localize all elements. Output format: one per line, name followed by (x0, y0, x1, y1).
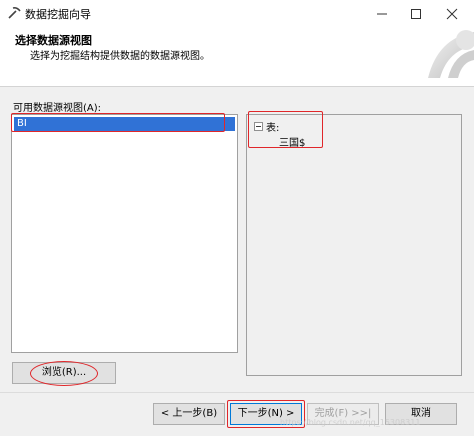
title-bar: 数据挖掘向导 (0, 0, 474, 26)
data-source-view-list[interactable]: BI (11, 114, 238, 353)
maximize-button[interactable] (400, 2, 432, 24)
page-title: 选择数据源视图 (15, 34, 92, 47)
data-source-view-label: 可用数据源视图(A): (13, 103, 102, 114)
watermark: https://blog.csdn.net/qq_15308311 (280, 418, 421, 427)
window-title: 数据挖掘向导 (25, 8, 91, 21)
maximize-icon (411, 9, 421, 19)
table-item: 三国$ (279, 138, 306, 149)
collapse-icon[interactable] (254, 122, 263, 131)
tables-group-label: 表: (266, 123, 280, 134)
close-icon (446, 8, 458, 20)
wizard-graphic-icon (428, 30, 474, 78)
back-button[interactable]: < 上一步(B) (153, 403, 225, 425)
footer-divider (0, 392, 474, 393)
minimize-icon (377, 13, 387, 15)
list-item[interactable]: BI (14, 117, 235, 131)
close-button[interactable] (436, 2, 468, 24)
page-subtitle: 选择为挖掘结构提供数据的数据源视图。 (30, 51, 210, 62)
detail-panel: 表: 三国$ (246, 114, 462, 376)
wizard-header: 选择数据源视图 选择为挖掘结构提供数据的数据源视图。 (0, 26, 474, 87)
browse-button[interactable]: 浏览(R)... (12, 362, 116, 384)
pick-icon (7, 6, 21, 20)
minimize-button[interactable] (366, 2, 398, 24)
